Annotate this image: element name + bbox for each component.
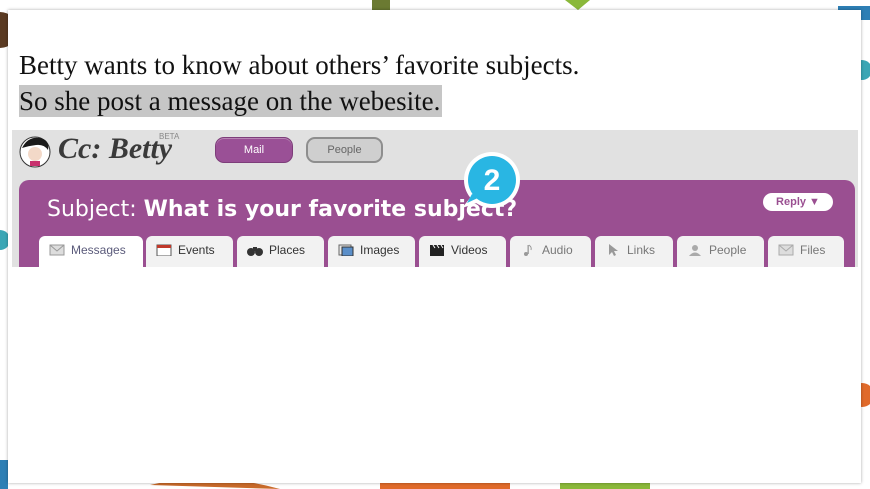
subject-prefix: Subject: (47, 197, 137, 222)
tab-links[interactable]: Links (595, 236, 673, 267)
tab-events[interactable]: Events (146, 236, 233, 267)
tab-label: Links (627, 243, 656, 257)
cursor-icon (609, 244, 618, 256)
slide-text-line-2-highlighted: So she post a message on the webesite. (19, 85, 443, 117)
calendar-icon (156, 244, 172, 256)
binoculars-icon (247, 247, 263, 256)
tab-label: Audio (542, 243, 573, 257)
subject-line: Subject: What is your favorite subject? (47, 197, 517, 222)
step-number: 2 (484, 164, 501, 197)
tab-images[interactable]: Images (328, 236, 415, 267)
tab-places[interactable]: Places (237, 236, 324, 267)
envelope-icon (778, 244, 794, 256)
tab-label: Files (800, 243, 826, 257)
message-panel: Subject: What is your favorite subject? … (19, 180, 855, 267)
betty-avatar-icon (19, 136, 51, 168)
clapper-icon (430, 244, 444, 256)
tab-people[interactable]: People (677, 236, 764, 267)
tab-videos[interactable]: Videos (419, 236, 506, 267)
reply-button[interactable]: Reply ▼ (763, 193, 833, 211)
mail-nav-button[interactable]: Mail (215, 137, 293, 163)
slide: Betty wants to know about others’ favori… (8, 10, 861, 483)
site-logo[interactable]: Cc: Betty (58, 132, 172, 166)
tab-label: Images (360, 243, 400, 257)
beta-label: BETA (159, 132, 180, 141)
tab-label: Videos (451, 243, 488, 257)
tab-label: Places (269, 243, 306, 257)
speech-bubble-step-badge: 2 (462, 152, 520, 208)
tab-audio[interactable]: Audio (510, 236, 591, 267)
person-icon (689, 245, 701, 256)
people-nav-button[interactable]: People (306, 137, 383, 163)
image-icon (338, 244, 354, 256)
tab-files[interactable]: Files (768, 236, 844, 267)
website-screenshot: Cc: Betty BETA Mail People Subject: What… (12, 130, 858, 267)
tab-label: Messages (71, 243, 126, 257)
music-note-icon (524, 244, 532, 256)
tab-messages[interactable]: Messages (39, 236, 143, 267)
tab-label: Events (178, 243, 215, 257)
envelope-icon (49, 244, 65, 256)
slide-text-line-1: Betty wants to know about others’ favori… (19, 50, 580, 80)
tab-label: People (709, 243, 747, 257)
